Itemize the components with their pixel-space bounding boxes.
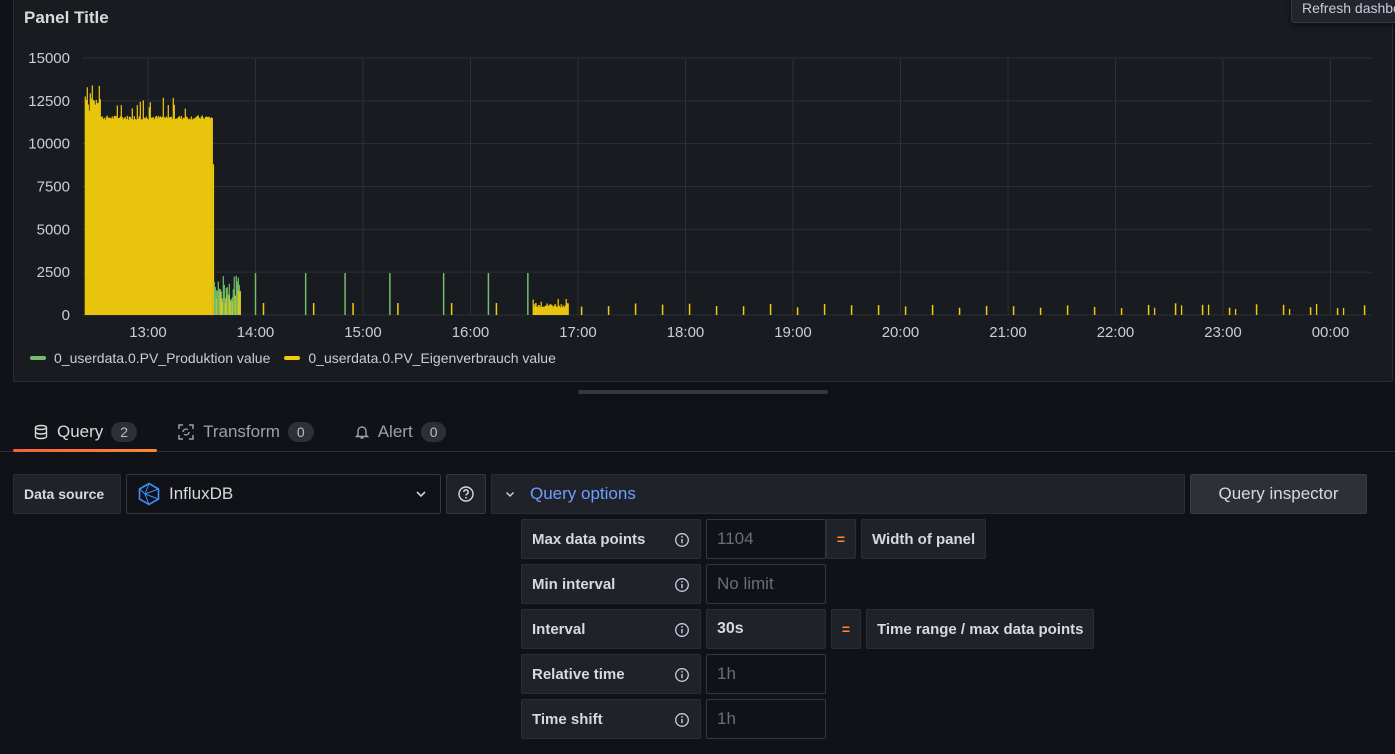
x-tick-label: 14:00 [237, 324, 275, 341]
min-interval-label: Min interval [521, 564, 701, 604]
influxdb-icon [138, 482, 160, 506]
option-label-text: Min interval [532, 575, 616, 593]
x-tick-label: 00:00 [1312, 324, 1350, 341]
info-icon[interactable] [674, 667, 690, 683]
chevron-down-icon [416, 491, 426, 498]
x-tick-label: 19:00 [774, 324, 812, 341]
tab-alert[interactable]: Alert 0 [334, 412, 467, 452]
x-tick-label: 13:00 [129, 324, 167, 341]
datasource-picker[interactable]: InfluxDB [126, 474, 441, 514]
max-data-points-input[interactable]: 1104 [706, 519, 826, 559]
tab-count: 0 [420, 422, 447, 442]
transform-icon [178, 424, 194, 440]
datasource-value: InfluxDB [169, 484, 234, 503]
bell-icon [354, 426, 369, 439]
relative-time-label: Relative time [521, 654, 701, 694]
panel-resize-handle[interactable] [578, 390, 828, 394]
y-tick-label: 12500 [28, 93, 70, 110]
min-interval-input[interactable]: No limit [706, 564, 826, 604]
datasource-help-button[interactable] [446, 474, 486, 514]
legend-item-eigenverbrauch[interactable]: 0_userdata.0.PV_Eigenverbrauch value [284, 350, 556, 366]
question-circle-icon [458, 486, 474, 502]
max-data-points-label: Max data points [521, 519, 701, 559]
query-inspector-button[interactable]: Query inspector [1190, 474, 1367, 514]
y-tick-label: 15000 [28, 50, 70, 67]
max-data-points-note: Width of panel [861, 519, 987, 559]
graph-panel: Panel Title 15000 12500 10000 7500 5000 2500 0… [13, 0, 1393, 382]
info-icon[interactable] [674, 577, 690, 593]
tab-label: Query [57, 422, 104, 441]
x-tick-label: 23:00 [1204, 324, 1242, 341]
info-icon[interactable] [674, 712, 690, 728]
legend-label: 0_userdata.0.PV_Eigenverbrauch value [308, 350, 556, 366]
x-tick-label: 18:00 [667, 324, 705, 341]
time-shift-label: Time shift [521, 699, 701, 739]
query-options-toggle[interactable]: Query options [491, 474, 1185, 514]
x-tick-label: 17:00 [559, 324, 597, 341]
interval-note: Time range / max data points [866, 609, 1095, 649]
tab-query[interactable]: Query 2 [13, 412, 158, 452]
legend-swatch [30, 356, 46, 360]
chevron-down-icon [505, 491, 515, 498]
y-tick-label: 10000 [28, 136, 70, 153]
x-tick-label: 22:00 [1097, 324, 1135, 341]
y-tick-label: 7500 [37, 179, 70, 196]
y-tick-label: 2500 [37, 264, 70, 281]
legend-item-produktion[interactable]: 0_userdata.0.PV_Produktion value [30, 350, 270, 366]
x-tick-label: 15:00 [344, 324, 382, 341]
info-icon[interactable] [674, 532, 690, 548]
interval-label: Interval [521, 609, 701, 649]
equals-sign: = [826, 519, 856, 559]
x-tick-label: 20:00 [882, 324, 920, 341]
option-label-text: Time shift [532, 710, 603, 728]
refresh-tooltip: Refresh dashboard [1291, 0, 1395, 23]
tab-label: Transform [203, 422, 280, 441]
tab-count: 2 [111, 422, 138, 442]
chart-legend: 0_userdata.0.PV_Produktion value 0_userd… [30, 350, 556, 366]
time-series-chart[interactable]: 15000 12500 10000 7500 5000 2500 0 13:00 14:00 1… [14, 0, 1394, 345]
info-icon[interactable] [674, 622, 690, 638]
option-label-text: Relative time [532, 665, 625, 683]
y-tick-label: 5000 [37, 221, 70, 238]
option-label-text: Max data points [532, 530, 646, 548]
x-tick-label: 16:00 [452, 324, 490, 341]
x-tick-label: 21:00 [989, 324, 1027, 341]
editor-tabs: Query 2 Transform 0 Alert 0 [13, 412, 466, 452]
query-options-title: Query options [530, 484, 636, 503]
y-tick-label: 0 [62, 307, 70, 324]
datasource-label: Data source [13, 474, 121, 514]
relative-time-input[interactable]: 1h [706, 654, 826, 694]
tab-transform[interactable]: Transform 0 [157, 412, 334, 452]
time-shift-input[interactable]: 1h [706, 699, 826, 739]
interval-value: 30s [706, 609, 826, 649]
tab-count: 0 [287, 422, 314, 442]
equals-sign: = [831, 609, 861, 649]
legend-label: 0_userdata.0.PV_Produktion value [54, 350, 271, 366]
tab-label: Alert [377, 422, 413, 441]
legend-swatch [284, 356, 301, 360]
database-icon [34, 424, 48, 440]
option-label-text: Interval [532, 620, 586, 638]
